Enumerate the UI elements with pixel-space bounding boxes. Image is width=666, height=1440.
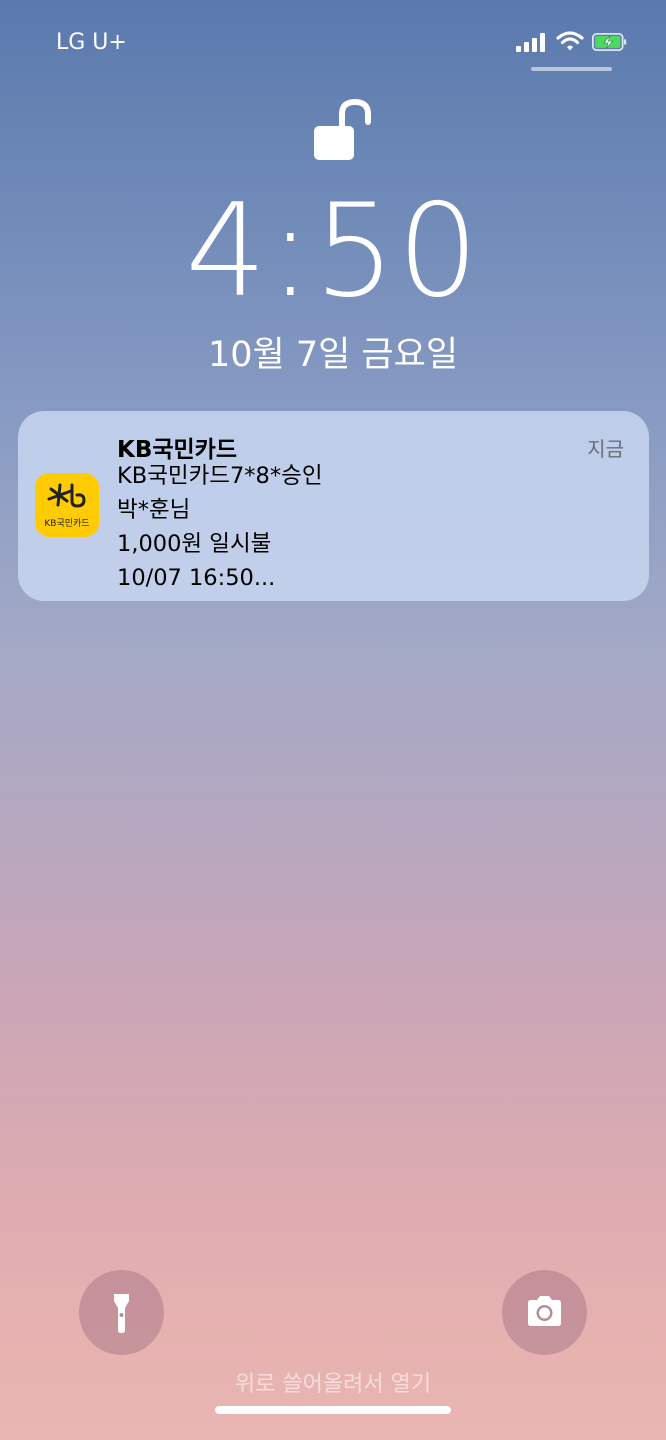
camera-icon bbox=[528, 1296, 561, 1326]
unlocked-padlock-icon bbox=[314, 98, 371, 160]
notification-line: 박*훈님 bbox=[117, 497, 191, 523]
notification-line: 10/07 16:50... bbox=[117, 565, 276, 591]
lock-screen-time: 4:50 bbox=[185, 177, 481, 326]
home-indicator[interactable] bbox=[215, 1406, 451, 1414]
control-center-indicator[interactable] bbox=[531, 67, 612, 71]
notification-line: 1,000원 일시불 bbox=[117, 531, 272, 557]
kb-logo-mark bbox=[47, 483, 86, 508]
battery-charging-icon bbox=[592, 33, 627, 51]
notification-card[interactable]: KB국민카드 KB국민카드 지금 KB국민카드7*8*승인 박*훈님 1,000… bbox=[18, 411, 649, 601]
app-icon-label: KB국민카드 bbox=[44, 519, 90, 529]
notification-line: KB국민카드7*8*승인 bbox=[117, 463, 323, 489]
flashlight-button[interactable] bbox=[79, 1270, 164, 1355]
wifi-icon bbox=[556, 31, 584, 51]
kb-kookmin-card-icon: KB국민카드 bbox=[35, 473, 99, 537]
carrier-label: LG U+ bbox=[56, 30, 127, 55]
notification-time: 지금 bbox=[587, 437, 624, 461]
status-bar: LG U+ bbox=[0, 0, 666, 90]
flashlight-icon bbox=[114, 1294, 129, 1333]
notification-body: KB국민카드7*8*승인 박*훈님 1,000원 일시불 10/07 16:50… bbox=[117, 459, 323, 595]
lock-screen-date: 10월 7일 금요일 bbox=[207, 335, 459, 375]
cellular-signal-icon bbox=[516, 32, 548, 52]
swipe-up-hint: 위로 쓸어올려서 열기 bbox=[234, 1372, 432, 1397]
camera-button[interactable] bbox=[502, 1270, 587, 1355]
